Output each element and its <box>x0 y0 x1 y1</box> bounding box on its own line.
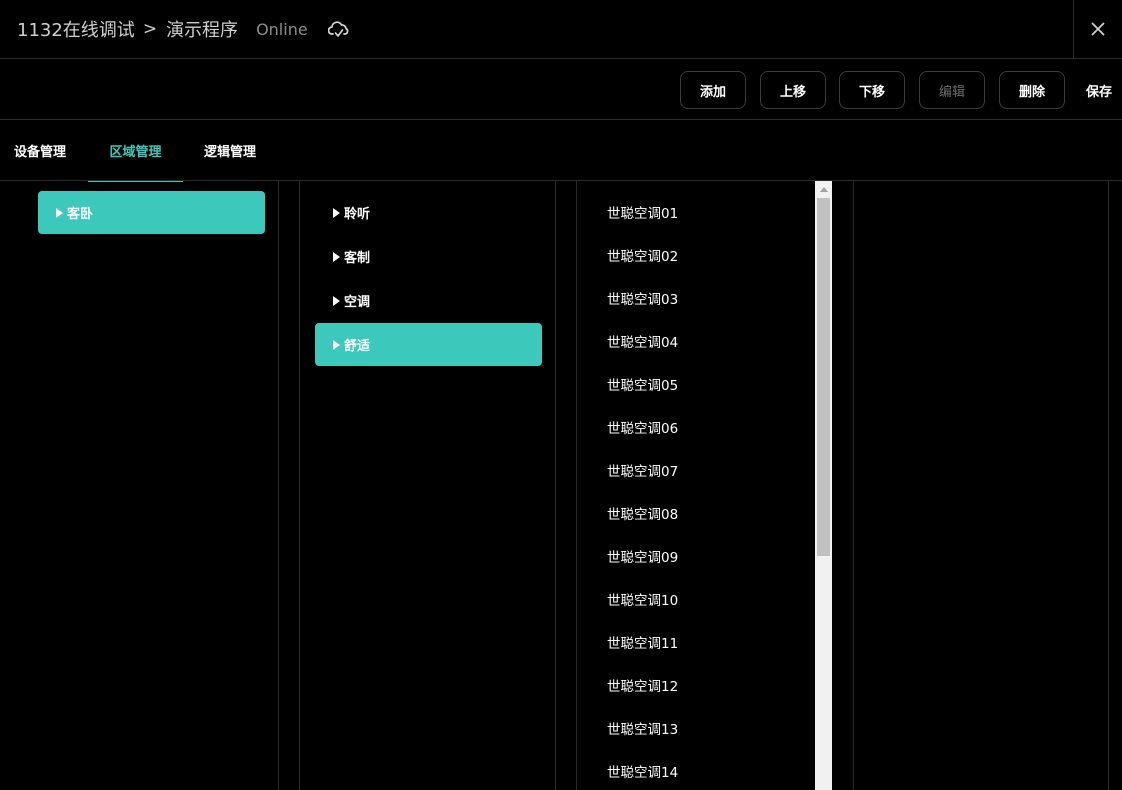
scene-item[interactable]: 客制 <box>315 235 542 278</box>
tab-bar: 设备管理 区域管理 逻辑管理 <box>0 120 1122 182</box>
device-item[interactable]: 世聪空调12 <box>607 673 678 697</box>
column-divider <box>278 181 279 790</box>
close-icon <box>1091 22 1105 36</box>
device-item[interactable]: 世聪空调04 <box>607 329 678 353</box>
scene-label: 空调 <box>344 295 371 310</box>
column-divider <box>299 181 300 790</box>
device-item[interactable]: 世聪空调06 <box>607 415 678 439</box>
move-up-button[interactable]: 上移 <box>760 71 826 109</box>
add-button[interactable]: 添加 <box>680 71 746 109</box>
device-list-scrollbar[interactable] <box>815 181 832 790</box>
connection-status: Online <box>256 19 308 39</box>
save-button[interactable]: 保存 <box>1086 71 1122 109</box>
close-button[interactable] <box>1073 0 1122 58</box>
column-divider <box>555 181 556 790</box>
scene-label: 聆听 <box>344 207 371 222</box>
device-item[interactable]: 世聪空调05 <box>607 372 678 396</box>
region-label: 客卧 <box>67 207 94 222</box>
breadcrumb-separator: > <box>142 19 158 39</box>
device-item[interactable]: 世聪空调11 <box>607 630 678 654</box>
caret-right-icon <box>333 207 340 218</box>
column-divider <box>853 181 854 790</box>
cloud-sync-icon[interactable] <box>327 19 350 39</box>
scene-label: 客制 <box>344 251 371 266</box>
region-item[interactable]: 客卧 <box>38 191 265 234</box>
breadcrumb-program: 演示程序 <box>166 20 239 41</box>
device-item[interactable]: 世聪空调14 <box>607 759 678 783</box>
breadcrumb: 1132在线调试 > 演示程序 Online <box>17 17 350 41</box>
tab-area-management[interactable]: 区域管理 <box>88 120 183 182</box>
scene-item[interactable]: 空调 <box>315 279 542 322</box>
device-item[interactable]: 世聪空调03 <box>607 286 678 310</box>
caret-right-icon <box>333 339 340 350</box>
device-item[interactable]: 世聪空调01 <box>607 200 678 224</box>
scene-item[interactable]: 聆听 <box>315 191 542 234</box>
toolbar: 添加 上移 下移 编辑 删除 保存 <box>0 59 1122 120</box>
scene-label: 舒适 <box>344 339 371 354</box>
edit-button[interactable]: 编辑 <box>919 71 985 109</box>
scene-item[interactable]: 舒适 <box>315 323 542 366</box>
scrollbar-thumb[interactable] <box>817 198 830 556</box>
device-item[interactable]: 世聪空调10 <box>607 587 678 611</box>
device-item[interactable]: 世聪空调07 <box>607 458 678 482</box>
caret-right-icon <box>56 207 63 218</box>
caret-right-icon <box>333 251 340 262</box>
app-window: 1132在线调试 > 演示程序 Online 添加 上移 下移 编辑 删除 保存… <box>0 0 1122 790</box>
move-down-button[interactable]: 下移 <box>839 71 905 109</box>
device-item[interactable]: 世聪空调08 <box>607 501 678 525</box>
tab-device-management[interactable]: 设备管理 <box>0 120 80 181</box>
column-divider <box>576 181 577 790</box>
scroll-up-arrow-icon[interactable] <box>815 181 832 197</box>
column-divider <box>1108 181 1109 790</box>
device-item[interactable]: 世聪空调02 <box>607 243 678 267</box>
device-item[interactable]: 世聪空调09 <box>607 544 678 568</box>
title-bar: 1132在线调试 > 演示程序 Online <box>0 0 1122 59</box>
breadcrumb-project[interactable]: 1132在线调试 <box>17 16 135 42</box>
tab-logic-management[interactable]: 逻辑管理 <box>190 120 270 181</box>
delete-button[interactable]: 删除 <box>999 71 1065 109</box>
device-item[interactable]: 世聪空调13 <box>607 716 678 740</box>
caret-right-icon <box>333 295 340 306</box>
